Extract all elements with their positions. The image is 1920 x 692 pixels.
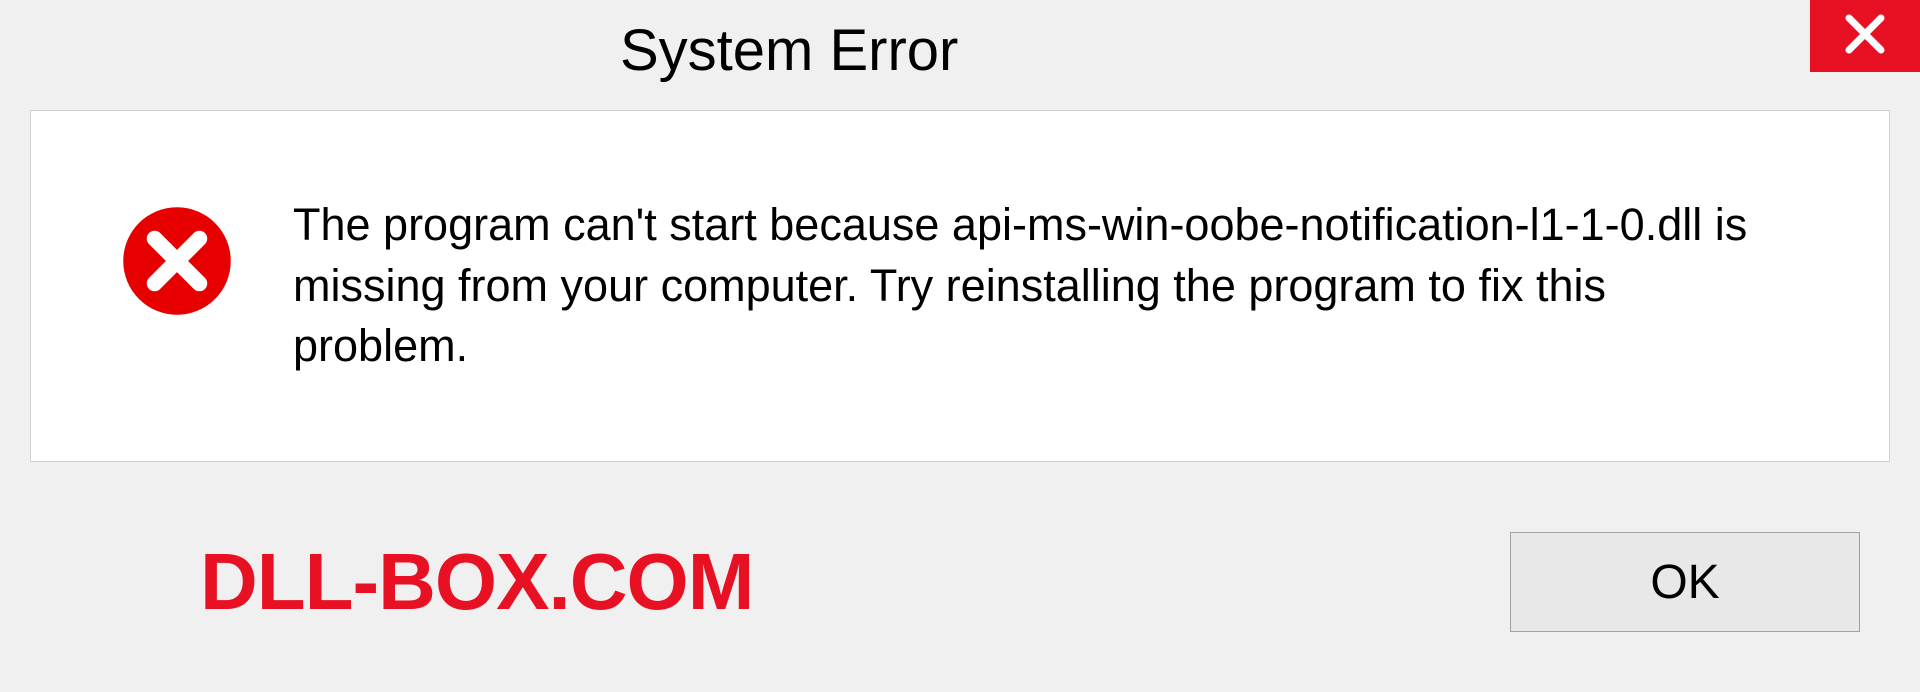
ok-button-label: OK — [1650, 555, 1719, 610]
brand-watermark: DLL-BOX.COM — [200, 536, 753, 628]
title-bar: System Error — [0, 0, 1920, 100]
error-icon — [121, 205, 233, 317]
content-panel: The program can't start because api-ms-w… — [30, 110, 1890, 462]
ok-button[interactable]: OK — [1510, 532, 1860, 632]
footer-area: DLL-BOX.COM OK — [30, 502, 1890, 662]
error-message: The program can't start because api-ms-w… — [293, 195, 1829, 377]
close-icon — [1843, 12, 1887, 61]
close-button[interactable] — [1810, 0, 1920, 72]
dialog-title: System Error — [620, 17, 958, 84]
